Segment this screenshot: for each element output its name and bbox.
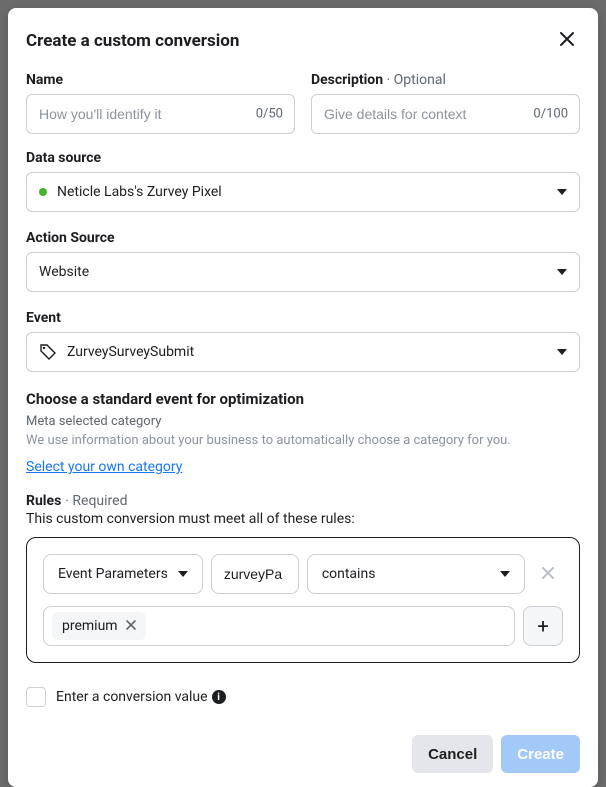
standard-event-title: Choose a standard event for optimization [26, 390, 580, 408]
name-input[interactable] [26, 94, 295, 134]
chevron-down-icon [500, 571, 510, 577]
description-char-count: 0/100 [533, 107, 568, 122]
conversion-value-checkbox[interactable] [26, 687, 46, 707]
data-source-label: Data source [26, 150, 580, 166]
rules-label: Rules [26, 493, 61, 509]
close-button[interactable] [554, 26, 580, 56]
rule-param-key-input[interactable] [211, 554, 299, 594]
chevron-down-icon [557, 269, 567, 275]
name-label: Name [26, 72, 295, 88]
action-source-label: Action Source [26, 230, 580, 246]
conversion-value-label: Enter a conversion value i [56, 689, 226, 705]
rule-param-type-dropdown[interactable]: Event Parameters [43, 554, 203, 594]
remove-rule-button[interactable] [533, 561, 563, 588]
create-button[interactable]: Create [501, 735, 580, 773]
event-dropdown[interactable]: ZurveySurveySubmit [26, 332, 580, 372]
data-source-dropdown[interactable]: Neticle Labs's Zurvey Pixel [26, 172, 580, 212]
name-char-count: 0/50 [256, 107, 283, 122]
chevron-down-icon [557, 189, 567, 195]
close-icon [558, 30, 576, 48]
rule-value-token: premium [52, 612, 146, 640]
create-custom-conversion-modal: Create a custom conversion Name 0/50 Des… [8, 8, 598, 787]
action-source-dropdown[interactable]: Website [26, 252, 580, 292]
chevron-down-icon [178, 571, 188, 577]
rules-required-label: · Required [65, 493, 127, 509]
rules-container: Event Parameters contains premium [26, 537, 580, 663]
rule-value-input[interactable]: premium [43, 606, 515, 646]
add-rule-button[interactable]: + [523, 606, 563, 646]
event-label: Event [26, 310, 580, 326]
modal-header: Create a custom conversion [26, 26, 580, 56]
tag-icon [39, 343, 57, 361]
status-dot-icon [39, 188, 47, 196]
rules-description: This custom conversion must meet all of … [26, 511, 580, 527]
event-value: ZurveySurveySubmit [67, 344, 194, 360]
info-icon[interactable]: i [212, 690, 226, 704]
close-icon [541, 566, 555, 580]
meta-category-desc: We use information about your business t… [26, 433, 580, 448]
token-remove-button[interactable] [126, 618, 136, 634]
modal-footer: Cancel Create [26, 735, 580, 773]
close-icon [126, 620, 136, 630]
chevron-down-icon [557, 349, 567, 355]
description-label: Description · Optional [311, 72, 580, 88]
select-own-category-link[interactable]: Select your own category [26, 459, 182, 475]
modal-title: Create a custom conversion [26, 31, 239, 51]
data-source-value: Neticle Labs's Zurvey Pixel [57, 184, 222, 200]
rule-condition-dropdown[interactable]: contains [307, 554, 525, 594]
meta-selected-category: Meta selected category [26, 414, 580, 429]
cancel-button[interactable]: Cancel [412, 735, 493, 773]
action-source-value: Website [39, 264, 89, 280]
plus-icon: + [537, 614, 548, 638]
